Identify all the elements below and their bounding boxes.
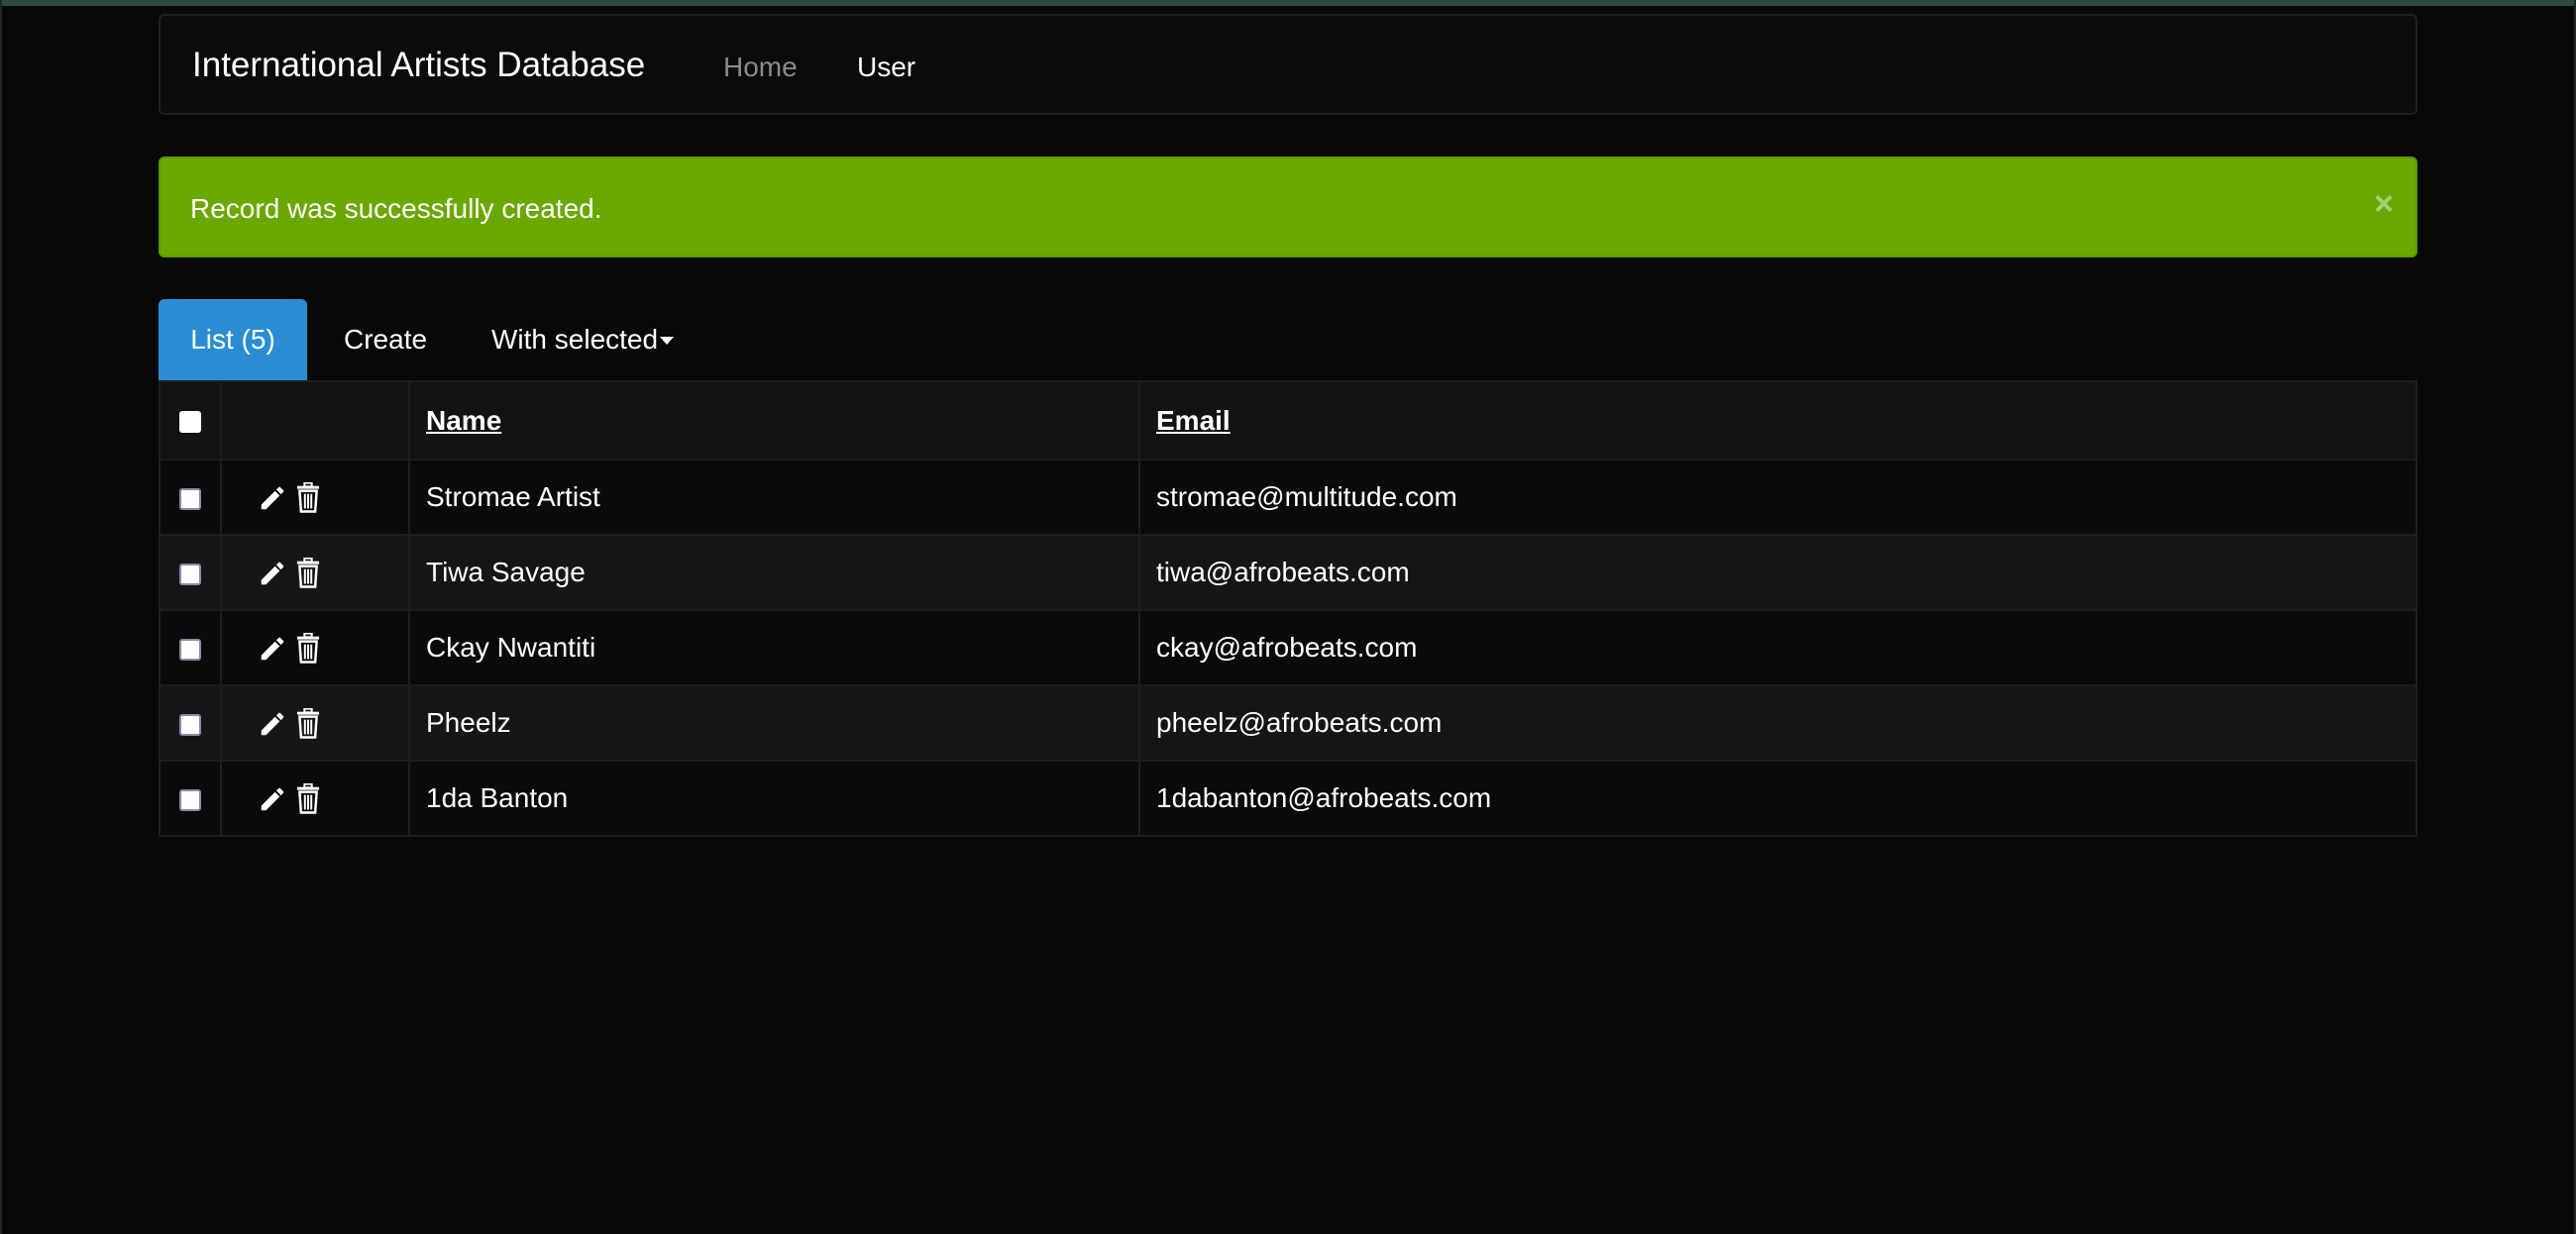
pencil-icon[interactable] xyxy=(258,634,287,664)
success-alert: Record was successfully created. × xyxy=(159,156,2417,257)
row-checkbox[interactable] xyxy=(179,638,201,661)
window-edge-left xyxy=(0,0,2,1234)
tab-list-label: List (5) xyxy=(190,324,275,355)
pencil-icon[interactable] xyxy=(258,559,287,588)
row-actions-cell xyxy=(220,760,410,837)
table-row[interactable]: 1da Banton 1dabanton@afrobeats.com xyxy=(159,760,2417,837)
sort-email-link[interactable]: Email xyxy=(1156,405,1231,436)
name-header: Name xyxy=(408,380,1140,461)
row-actions-cell xyxy=(220,534,410,611)
row-select-cell xyxy=(159,459,222,536)
row-email: 1dabanton@afrobeats.com xyxy=(1156,782,1492,813)
row-name: Stromae Artist xyxy=(426,481,600,512)
actions-header xyxy=(220,380,410,461)
table-row[interactable]: Stromae Artist stromae@multitude.com xyxy=(159,459,2417,536)
nav-home-link[interactable]: Home xyxy=(723,52,798,82)
row-name-cell: 1da Banton xyxy=(408,760,1140,837)
table-row[interactable]: Tiwa Savage tiwa@afrobeats.com xyxy=(159,534,2417,611)
select-all-checkbox[interactable] xyxy=(179,411,201,434)
row-email-cell: pheelz@afrobeats.com xyxy=(1138,684,2417,762)
pencil-icon[interactable] xyxy=(258,709,287,739)
row-name-cell: Ckay Nwantiti xyxy=(408,609,1140,686)
row-email: ckay@afrobeats.com xyxy=(1156,632,1418,663)
trash-icon[interactable] xyxy=(293,707,323,740)
row-actions-cell xyxy=(220,684,410,762)
navbar: International Artists Database Home User xyxy=(159,14,2417,115)
brand-title[interactable]: International Artists Database xyxy=(192,47,645,84)
row-checkbox[interactable] xyxy=(179,563,201,585)
trash-icon[interactable] xyxy=(293,481,323,514)
row-email-cell: 1dabanton@afrobeats.com xyxy=(1138,760,2417,837)
row-select-cell xyxy=(159,684,222,762)
row-name: Tiwa Savage xyxy=(426,557,586,587)
row-checkbox[interactable] xyxy=(179,788,201,811)
row-name: 1da Banton xyxy=(426,782,569,813)
row-actions-cell xyxy=(220,459,410,536)
row-select-cell xyxy=(159,534,222,611)
trash-icon[interactable] xyxy=(293,632,323,665)
pencil-icon[interactable] xyxy=(258,784,287,814)
tab-list[interactable]: List (5) xyxy=(159,299,307,380)
row-name-cell: Tiwa Savage xyxy=(408,534,1140,611)
row-name-cell: Stromae Artist xyxy=(408,459,1140,536)
row-name: Pheelz xyxy=(426,707,511,738)
alert-message: Record was successfully created. xyxy=(190,193,602,224)
row-select-cell xyxy=(159,760,222,837)
tab-create[interactable]: Create xyxy=(344,299,427,380)
table-header-row: Name Email xyxy=(159,380,2417,461)
trash-icon[interactable] xyxy=(293,557,323,589)
window-top-strip xyxy=(0,0,2576,6)
row-select-cell xyxy=(159,609,222,686)
trash-icon[interactable] xyxy=(293,782,323,815)
row-name: Ckay Nwantiti xyxy=(426,632,596,663)
with-selected-label: With selected xyxy=(491,324,659,355)
tab-create-label: Create xyxy=(344,324,428,355)
row-name-cell: Pheelz xyxy=(408,684,1140,762)
row-email: stromae@multitude.com xyxy=(1156,481,1457,512)
row-email-cell: ckay@afrobeats.com xyxy=(1138,609,2417,686)
row-email: pheelz@afrobeats.com xyxy=(1156,707,1443,738)
with-selected-dropdown[interactable]: With selected xyxy=(491,299,675,380)
select-all-cell xyxy=(159,380,222,461)
sort-name-link[interactable]: Name xyxy=(426,405,501,436)
table-row[interactable]: Pheelz pheelz@afrobeats.com xyxy=(159,684,2417,762)
row-checkbox[interactable] xyxy=(179,713,201,736)
table-body: Stromae Artist stromae@multitude.com Tiwa … xyxy=(159,459,2417,837)
row-email-cell: stromae@multitude.com xyxy=(1138,459,2417,536)
row-email-cell: tiwa@afrobeats.com xyxy=(1138,534,2417,611)
pencil-icon[interactable] xyxy=(258,483,287,513)
table-row[interactable]: Ckay Nwantiti ckay@afrobeats.com xyxy=(159,609,2417,686)
caret-down-icon xyxy=(660,336,675,345)
nav-user-link[interactable]: User xyxy=(857,52,915,82)
records-table: Name Email Stromae Artist stromae@multitu… xyxy=(159,380,2417,837)
row-checkbox[interactable] xyxy=(179,487,201,510)
close-icon[interactable]: × xyxy=(2374,184,2394,224)
email-header: Email xyxy=(1138,380,2417,461)
row-actions-cell xyxy=(220,609,410,686)
row-email: tiwa@afrobeats.com xyxy=(1156,557,1410,587)
